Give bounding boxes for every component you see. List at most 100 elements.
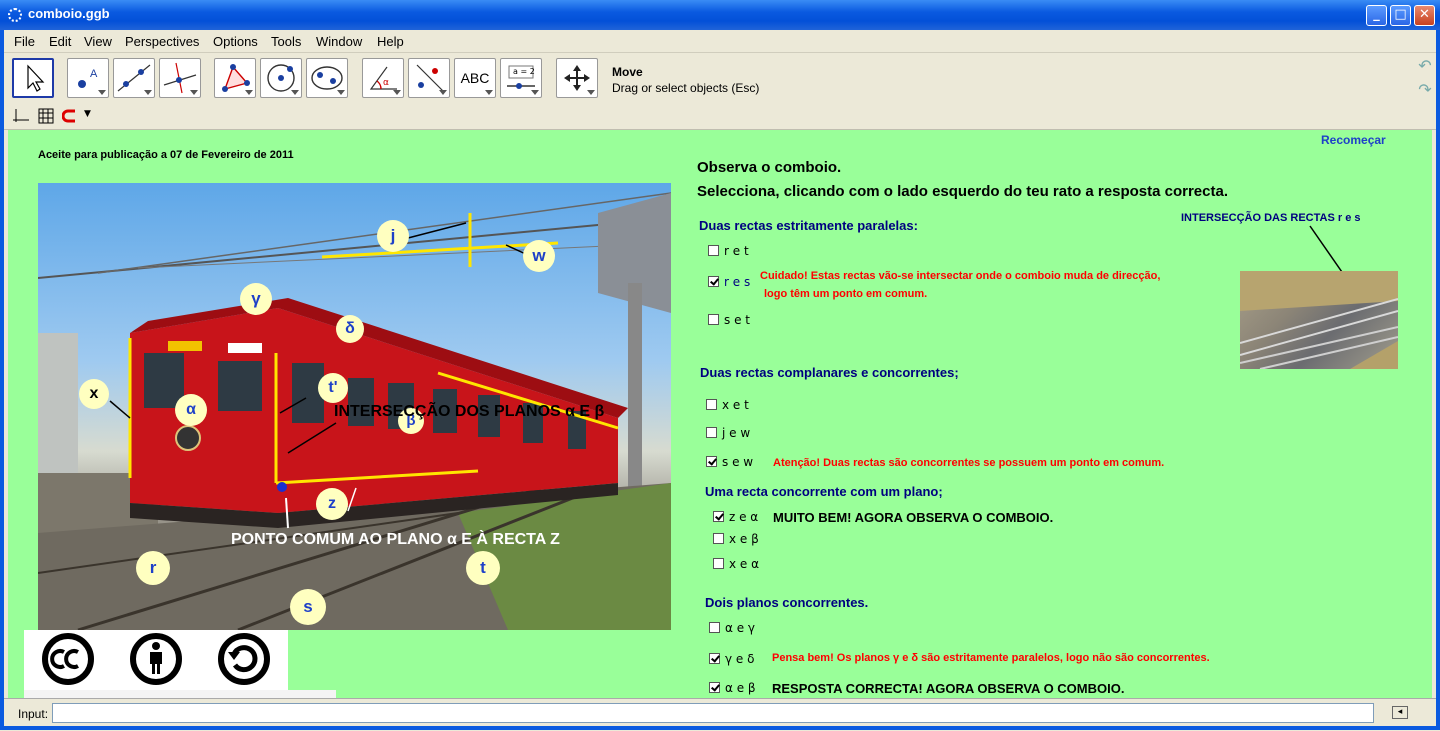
section-1-title: Duas rectas estritamente paralelas: xyxy=(699,218,918,233)
tool-perpendicular[interactable] xyxy=(159,58,201,98)
svg-text:A: A xyxy=(90,68,98,80)
label-gamma: γ xyxy=(240,283,272,315)
checkbox-r-e-s[interactable] xyxy=(708,276,719,287)
tool-description: Drag or select objects (Esc) xyxy=(612,81,760,95)
checkbox-alpha-e-beta[interactable] xyxy=(709,682,720,693)
checkbox-z-e-alpha[interactable] xyxy=(713,511,724,522)
label-s: s xyxy=(290,589,326,625)
checkbox-label: α e γ xyxy=(725,621,756,635)
recomecar-button[interactable]: Recomeçar xyxy=(1321,133,1386,147)
intro-line-2: Selecciona, clicando com o lado esquerdo… xyxy=(697,183,1228,200)
checkbox-x-e-beta[interactable] xyxy=(713,533,724,544)
menu-options[interactable]: Options xyxy=(213,34,258,49)
axes-toggle-icon[interactable] xyxy=(12,108,30,124)
window-title: comboio.ggb xyxy=(28,6,110,21)
tool-title: Move xyxy=(612,65,643,79)
cc-by-sa-icon xyxy=(42,633,270,685)
checkbox-label: α e β xyxy=(725,681,756,695)
tool-slider[interactable]: a = 2 xyxy=(500,58,542,98)
geogebra-window: comboio.ggb _ □ ✕ File Edit View Perspec… xyxy=(0,0,1440,731)
rails-intersection-photo xyxy=(1240,271,1398,369)
checkbox-s-e-t[interactable] xyxy=(708,314,719,325)
checkbox-label: j e w xyxy=(722,426,751,440)
close-button[interactable]: ✕ xyxy=(1414,5,1435,26)
input-help-icon[interactable]: ◂ xyxy=(1392,706,1408,719)
menu-edit[interactable]: Edit xyxy=(49,34,71,49)
tool-line[interactable] xyxy=(113,58,155,98)
feedback-section-4-line-2: RESPOSTA CORRECTA! AGORA OBSERVA O COMBO… xyxy=(772,681,1125,696)
label-z: z xyxy=(316,488,348,520)
text-icon: ABC xyxy=(460,70,490,86)
inset-title: INTERSECÇÃO DAS RECTAS r e s xyxy=(1181,212,1361,224)
checkbox-label: x e β xyxy=(729,532,759,546)
tool-polygon[interactable] xyxy=(214,58,256,98)
common-point-text: PONTO COMUM AO PLANO α E À RECTA Z xyxy=(231,531,560,548)
menu-window[interactable]: Window xyxy=(316,34,362,49)
grid-toggle-icon[interactable] xyxy=(38,108,54,124)
menu-perspectives[interactable]: Perspectives xyxy=(125,34,199,49)
tool-text[interactable]: ABC xyxy=(454,58,496,98)
train-photo: j w γ δ x α t' β INTERSECÇÃO DOS PLANOS … xyxy=(38,183,671,630)
window-border-right xyxy=(1436,30,1440,730)
tool-reflect[interactable] xyxy=(408,58,450,98)
window-border-bottom xyxy=(0,726,1440,730)
tool-conic[interactable] xyxy=(306,58,348,98)
checkbox-label: r e s xyxy=(724,275,751,289)
feedback-section-2: Atenção! Duas rectas são concorrentes se… xyxy=(773,457,1165,469)
svg-text:α: α xyxy=(383,78,389,88)
intro-line-1: Observa o comboio. xyxy=(697,159,842,176)
tool-move[interactable] xyxy=(12,58,54,98)
accepted-date-text: Aceite para publicação a 07 de Fevereiro… xyxy=(38,149,294,161)
checkbox-label: x e t xyxy=(722,398,749,412)
move-icon xyxy=(27,64,45,92)
title-bar[interactable]: comboio.ggb _ □ ✕ xyxy=(0,0,1440,30)
creative-commons-badge xyxy=(24,630,288,690)
checkbox-j-e-w[interactable] xyxy=(706,427,717,438)
menu-help[interactable]: Help xyxy=(377,34,404,49)
feedback-section-1-line-1: Cuidado! Estas rectas vão-se intersectar… xyxy=(760,270,1161,282)
checkbox-r-e-t[interactable] xyxy=(708,245,719,256)
menu-tools[interactable]: Tools xyxy=(271,34,301,49)
slider-label: a = 2 xyxy=(513,67,535,76)
tool-point[interactable]: A xyxy=(67,58,109,98)
label-r: r xyxy=(136,551,170,585)
tool-move-view[interactable] xyxy=(556,58,598,98)
checkbox-gamma-e-delta[interactable] xyxy=(709,653,720,664)
minimize-button[interactable]: _ xyxy=(1366,5,1387,26)
window-border-left xyxy=(0,30,4,730)
feedback-section-1-line-2: logo têm um ponto em comum. xyxy=(764,288,928,300)
magnet-icon[interactable] xyxy=(62,109,78,123)
checkbox-label: z e α xyxy=(729,510,759,524)
input-field[interactable] xyxy=(52,703,1374,723)
menu-file[interactable]: File xyxy=(14,34,35,49)
toolbar: A α ABC a = 2 Move Drag or select object… xyxy=(0,52,1440,103)
redo-icon[interactable]: ↷ xyxy=(1415,81,1435,99)
checkbox-x-e-t[interactable] xyxy=(706,399,717,410)
tool-angle[interactable]: α xyxy=(362,58,404,98)
graphics-view[interactable]: Recomeçar Aceite para publicação a 07 de… xyxy=(8,130,1432,698)
checkbox-s-e-w[interactable] xyxy=(706,456,717,467)
checkbox-x-e-alpha[interactable] xyxy=(713,558,724,569)
undo-icon[interactable]: ↶ xyxy=(1415,57,1435,75)
checkbox-label: x e α xyxy=(729,557,760,571)
menu-bar: File Edit View Perspectives Options Tool… xyxy=(0,30,1440,52)
label-x: x xyxy=(79,379,109,409)
tool-circle[interactable] xyxy=(260,58,302,98)
maximize-button[interactable]: □ xyxy=(1390,5,1411,26)
geogebra-logo-icon xyxy=(8,8,22,22)
checkbox-alpha-e-gamma[interactable] xyxy=(709,622,720,633)
label-delta: δ xyxy=(336,315,364,343)
checkbox-label: γ e δ xyxy=(725,652,755,666)
label-j: j xyxy=(377,220,409,252)
feedback-section-3: MUITO BEM! AGORA OBSERVA O COMBOIO. xyxy=(773,510,1054,525)
checkbox-label: s e t xyxy=(724,313,750,327)
label-alpha: α xyxy=(175,394,207,426)
section-2-title: Duas rectas complanares e concorrentes; xyxy=(700,365,959,380)
point-capture-dropdown-icon[interactable]: ▼ xyxy=(84,109,91,119)
cc-badge-strip xyxy=(24,690,336,698)
checkbox-label: r e t xyxy=(724,244,749,258)
menu-view[interactable]: View xyxy=(84,34,112,49)
common-point xyxy=(277,482,287,492)
checkbox-label: s e w xyxy=(722,455,754,469)
label-t-prime: t' xyxy=(318,373,348,403)
